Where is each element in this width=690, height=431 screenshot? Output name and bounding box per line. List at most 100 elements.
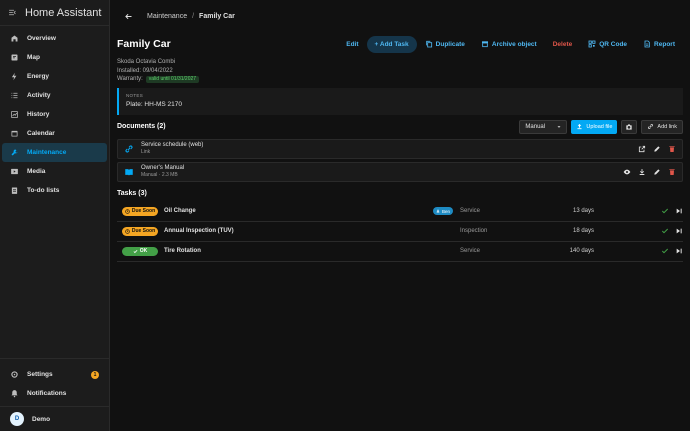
breadcrumb-separator: / (192, 12, 195, 20)
duplicate-button[interactable]: Duplicate (417, 40, 473, 48)
sidebar-item-label: Media (27, 168, 46, 175)
sidebar-item-label: To-do lists (27, 187, 60, 194)
eye-icon[interactable] (623, 168, 631, 176)
document-type-value: Manual (525, 123, 546, 130)
document-actions (638, 145, 682, 153)
link-icon (123, 143, 135, 155)
task-actions (661, 247, 683, 255)
bell-icon (10, 389, 19, 398)
menu-collapse-icon[interactable] (8, 8, 17, 17)
task-row[interactable]: OK Tire Rotation Service 140 days (117, 242, 683, 262)
qr-code-label: QR Code (599, 40, 628, 48)
skip-icon[interactable] (675, 207, 683, 215)
breadcrumb: Maintenance / Family Car (147, 13, 235, 20)
wrench-icon (10, 148, 19, 157)
delete-button[interactable]: Delete (545, 41, 581, 48)
delete-label: Delete (552, 40, 573, 48)
content: Family Car Edit + Add Task Duplicate Arc… (110, 32, 690, 262)
qr-code-icon (588, 40, 596, 48)
sidebar-item-todo[interactable]: To-do lists (2, 181, 107, 200)
sidebar-item-energy[interactable]: Energy (2, 67, 107, 86)
sidebar-item-label: Overview (27, 35, 56, 42)
pencil-icon[interactable] (653, 168, 661, 176)
main-panel: Maintenance / Family Car Family Car Edit… (110, 0, 690, 431)
settings-badge: 1 (91, 370, 99, 379)
sidebar-item-history[interactable]: History (2, 105, 107, 124)
task-due: 140 days (569, 248, 594, 254)
notes-text: Plate: HH-MS 2170 (126, 100, 182, 108)
camera-icon (626, 123, 633, 130)
camera-button[interactable] (621, 119, 638, 134)
check-icon[interactable] (661, 247, 669, 255)
sidebar-item-calendar[interactable]: Calendar (2, 124, 107, 143)
task-actions (661, 207, 683, 215)
skip-icon[interactable] (675, 227, 683, 235)
task-type: Inspection (460, 228, 488, 234)
user-name: Demo (32, 415, 51, 423)
breadcrumb-current: Family Car (199, 12, 235, 20)
sidebar-item-label: Activity (27, 92, 51, 99)
task-row[interactable]: Due Soon Annual Inspection (TUV) Inspect… (117, 222, 683, 242)
installed-date: Installed: 09/04/2022 (117, 67, 173, 74)
object-model: Skoda Octavia Combi (117, 59, 176, 65)
book-icon (123, 166, 135, 178)
assignee-name: Ben (442, 208, 451, 214)
archive-button[interactable]: Archive object (473, 40, 545, 48)
pencil-icon[interactable] (653, 145, 661, 153)
sidebar-item-map[interactable]: Map (2, 48, 107, 67)
document-type-select[interactable]: Manual (519, 119, 568, 134)
upload-file-button[interactable]: Upload file (571, 119, 618, 134)
upload-file-label: Upload file (586, 123, 613, 130)
qr-code-button[interactable]: QR Code (580, 40, 635, 48)
document-name: Owner's Manual (141, 165, 185, 171)
add-link-button[interactable]: Add link (641, 119, 683, 134)
skip-icon[interactable] (675, 247, 683, 255)
documents-toolbar: Manual Upload file Add link (519, 119, 683, 134)
avatar: D (10, 412, 24, 426)
assignee-tag: Ben (433, 207, 454, 215)
back-arrow-icon[interactable] (124, 12, 133, 21)
task-type: Service (460, 208, 481, 214)
object-meta: Skoda Octavia Combi Installed: 09/04/202… (117, 58, 683, 84)
document-text: Owner's Manual Manual · 2.3 MB (141, 165, 184, 178)
edit-button[interactable]: Edit (338, 41, 366, 48)
media-icon (10, 167, 19, 176)
sidebar-item-user[interactable]: D Demo (2, 407, 107, 431)
check-icon[interactable] (661, 207, 669, 215)
document-item[interactable]: Service schedule (web) Link (117, 138, 683, 159)
app-root: Home Assistant Overview Map Energy Activ… (0, 0, 690, 431)
trash-icon[interactable] (668, 145, 676, 153)
calendar-icon (10, 129, 19, 138)
report-button[interactable]: Report (635, 40, 683, 48)
open-external-icon[interactable] (638, 145, 646, 153)
add-task-button[interactable]: + Add Task (366, 35, 417, 53)
sidebar-item-media[interactable]: Media (2, 162, 107, 181)
documents-header: Documents (2) Manual Upload file Add lin… (117, 118, 683, 136)
task-due: 18 days (572, 228, 594, 234)
download-icon[interactable] (638, 168, 646, 176)
map-icon (10, 53, 19, 62)
document-name: Service schedule (web) (141, 142, 204, 148)
sidebar-item-maintenance[interactable]: Maintenance (2, 143, 107, 162)
sidebar-item-label: Settings (27, 371, 53, 378)
task-row[interactable]: Due Soon Oil Change Ben Service 13 days (117, 202, 683, 222)
sidebar-item-label: History (27, 111, 50, 118)
sidebar-item-label: Notifications (27, 390, 67, 397)
trash-icon[interactable] (668, 168, 676, 176)
status-label: OK (139, 248, 148, 254)
sidebar-item-overview[interactable]: Overview (2, 29, 107, 48)
report-label: Report (654, 40, 675, 48)
person-icon (436, 209, 440, 213)
document-text: Service schedule (web) Link (141, 142, 203, 155)
document-item[interactable]: Owner's Manual Manual · 2.3 MB (117, 161, 683, 182)
sidebar-item-settings[interactable]: Settings 1 (2, 365, 107, 384)
sidebar-item-label: Energy (27, 73, 50, 80)
check-icon[interactable] (661, 227, 669, 235)
title-row: Family Car Edit + Add Task Duplicate Arc… (117, 32, 683, 56)
document-icon (644, 40, 650, 48)
sidebar-header: Home Assistant (0, 0, 109, 26)
sidebar-item-notifications[interactable]: Notifications (2, 384, 107, 403)
sidebar-item-activity[interactable]: Activity (2, 86, 107, 105)
copy-icon (425, 40, 432, 48)
breadcrumb-parent[interactable]: Maintenance (147, 13, 187, 20)
